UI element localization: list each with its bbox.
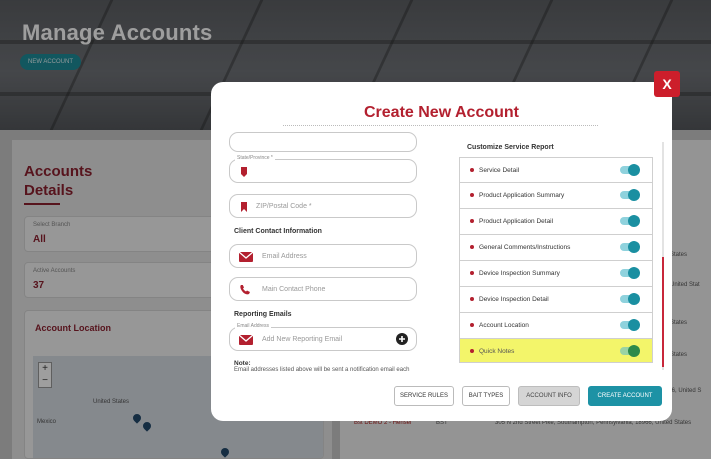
report-toggle[interactable]: [620, 215, 640, 227]
report-option-device-inspection-detail: Device Inspection Detail: [459, 287, 653, 313]
phone-placeholder: Main Contact Phone: [262, 286, 326, 293]
report-option-product-application-summary: Product Application Summary: [459, 183, 653, 209]
toggle-knob: [628, 293, 640, 305]
report-options-list: Service Detail Product Application Summa…: [459, 157, 653, 367]
report-option-label: General Comments/Instructions: [479, 244, 571, 251]
envelope-icon: [239, 335, 253, 345]
modal-scrollbar[interactable]: [662, 142, 664, 370]
email-placeholder: Email Address: [262, 253, 307, 260]
report-option-general-comments: General Comments/Instructions: [459, 235, 653, 261]
close-modal-button[interactable]: X: [654, 71, 680, 97]
phone-field[interactable]: Main Contact Phone: [229, 277, 417, 301]
bullet-icon: [470, 297, 474, 301]
service-rules-button[interactable]: SERVICE RULES: [394, 386, 454, 406]
bait-types-button[interactable]: BAIT TYPES: [462, 386, 510, 406]
report-option-label: Product Application Detail: [479, 218, 554, 225]
create-account-button[interactable]: CREATE ACCOUNT: [588, 386, 662, 406]
bookmark-icon: [241, 202, 247, 212]
map-marker-icon: [241, 167, 247, 177]
toggle-knob: [628, 189, 640, 201]
bullet-icon: [470, 245, 474, 249]
report-option-label: Device Inspection Detail: [479, 296, 549, 303]
toggle-knob: [628, 215, 640, 227]
report-option-product-application-detail: Product Application Detail: [459, 209, 653, 235]
report-option-label: Quick Notes: [479, 348, 515, 355]
note-block: Note: Email addresses listed above will …: [234, 360, 409, 373]
bullet-icon: [470, 349, 474, 353]
scrollbar-thumb[interactable]: [662, 257, 664, 367]
phone-icon: [240, 285, 250, 295]
modal-title: Create New Account: [364, 104, 519, 121]
account-info-button[interactable]: ACCOUNT INFO: [518, 386, 580, 406]
reporting-email-placeholder: Add New Reporting Email: [262, 336, 343, 343]
zip-postal-field[interactable]: ZIP/Postal Code *: [229, 194, 417, 218]
toggle-knob: [628, 164, 640, 176]
bullet-icon: [470, 271, 474, 275]
toggle-knob: [628, 241, 640, 253]
bullet-icon: [470, 193, 474, 197]
report-toggle[interactable]: [620, 267, 640, 279]
report-toggle[interactable]: [620, 319, 640, 331]
create-account-modal: Create New Account State/Province * ZIP/…: [211, 82, 672, 421]
email-field[interactable]: Email Address: [229, 244, 417, 268]
bullet-icon: [470, 168, 474, 172]
toggle-knob: [628, 267, 640, 279]
zip-placeholder: ZIP/Postal Code *: [256, 203, 312, 210]
customize-report-heading: Customize Service Report: [467, 144, 554, 151]
report-toggle[interactable]: [620, 241, 640, 253]
report-toggle[interactable]: [620, 345, 640, 357]
envelope-icon: [239, 252, 253, 262]
report-toggle[interactable]: [620, 164, 640, 176]
report-option-label: Account Location: [479, 322, 529, 329]
reporting-email-label: Email Address: [235, 323, 271, 329]
note-heading: Note:: [234, 360, 251, 367]
note-text: Email addresses listed above will be sen…: [234, 367, 410, 373]
reporting-emails-heading: Reporting Emails: [234, 311, 292, 318]
reporting-email-field[interactable]: Email Address Add New Reporting Email: [229, 323, 417, 351]
bullet-icon: [470, 219, 474, 223]
report-toggle[interactable]: [620, 189, 640, 201]
report-option-label: Device Inspection Summary: [479, 270, 560, 277]
bullet-icon: [470, 323, 474, 327]
toggle-knob: [628, 319, 640, 331]
report-option-device-inspection-summary: Device Inspection Summary: [459, 261, 653, 287]
city-field[interactable]: [229, 132, 417, 152]
state-province-label: State/Province *: [235, 155, 275, 161]
report-option-label: Service Detail: [479, 167, 520, 174]
client-contact-heading: Client Contact Information: [234, 228, 322, 235]
report-option-service-detail: Service Detail: [459, 157, 653, 183]
report-option-account-location: Account Location: [459, 313, 653, 339]
add-circle-icon[interactable]: [396, 333, 408, 345]
report-option-quick-notes: Quick Notes: [459, 339, 653, 363]
state-province-field[interactable]: State/Province *: [229, 155, 417, 183]
toggle-knob: [628, 345, 640, 357]
report-option-label: Product Application Summary: [479, 192, 565, 199]
report-toggle[interactable]: [620, 293, 640, 305]
title-divider: [283, 125, 598, 126]
